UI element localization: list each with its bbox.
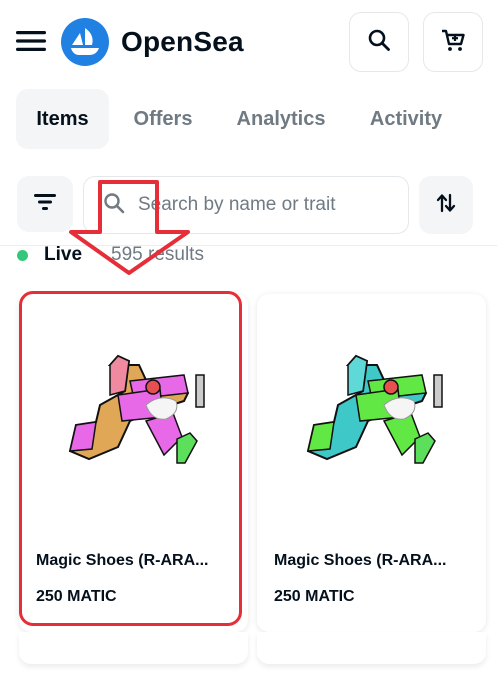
nft-name[interactable]: Magic Shoes (R-ARA...	[36, 552, 236, 570]
sort-button[interactable]	[419, 176, 473, 234]
nft-price: 250 MATIC	[36, 588, 117, 605]
sort-arrows-icon	[435, 191, 457, 220]
tab-offers[interactable]: Offers	[118, 89, 208, 149]
shoe-artwork-icon	[306, 354, 443, 464]
nft-price: 250 MATIC	[274, 588, 355, 605]
nft-card[interactable]: Magic Shoes (R-ARA... 250 MATIC	[19, 294, 248, 632]
top-header: OpenSea	[0, 0, 497, 84]
cart-button[interactable]	[423, 12, 483, 72]
live-label: Live	[44, 244, 83, 265]
brand-name[interactable]: OpenSea	[121, 26, 244, 58]
live-indicator-dot	[17, 250, 28, 261]
nft-image[interactable]	[257, 294, 486, 524]
tab-items[interactable]: Items	[16, 89, 109, 149]
search-icon	[366, 27, 392, 58]
opensea-collection-page: OpenSea Items Offers Analytics Activity …	[0, 0, 497, 674]
cart-icon	[439, 26, 467, 59]
nft-name[interactable]: Magic Shoes (R-ARA...	[274, 552, 474, 570]
nft-card[interactable]: Magic Shoes (R-ARA... 250 MATIC	[257, 294, 486, 632]
search-field[interactable]	[83, 176, 409, 234]
search-icon	[102, 191, 126, 220]
search-input[interactable]	[138, 194, 388, 216]
card-footer	[257, 632, 486, 664]
hamburger-menu-icon[interactable]	[14, 26, 48, 56]
search-button[interactable]	[349, 12, 409, 72]
tab-analytics[interactable]: Analytics	[222, 89, 340, 149]
tab-activity[interactable]: Activity	[354, 89, 458, 149]
results-count: 595 results	[111, 244, 204, 265]
filter-button[interactable]	[17, 176, 73, 232]
card-footer	[19, 632, 248, 664]
shoe-artwork-icon	[68, 354, 205, 464]
nft-image[interactable]	[19, 294, 248, 524]
opensea-logo-icon[interactable]	[61, 18, 109, 66]
filter-icon	[32, 191, 58, 218]
